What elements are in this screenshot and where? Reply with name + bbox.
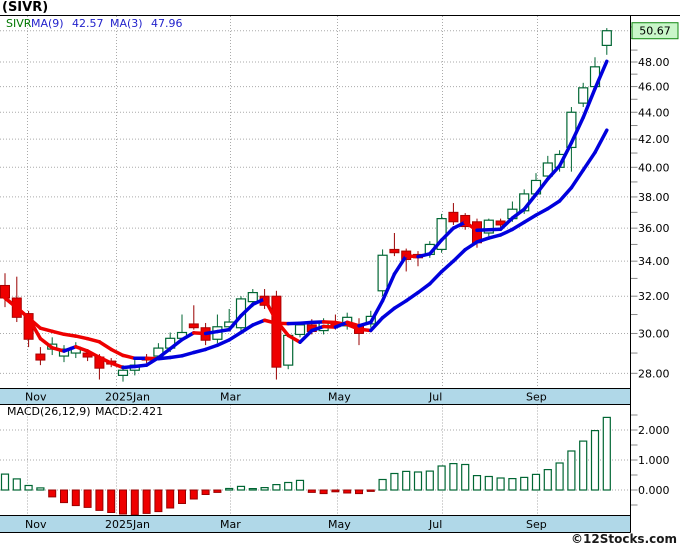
svg-text:34.00: 34.00 bbox=[638, 255, 670, 268]
svg-text:Jul: Jul bbox=[428, 518, 442, 531]
svg-text:40.00: 40.00 bbox=[638, 161, 670, 174]
svg-text:36.00: 36.00 bbox=[638, 222, 670, 235]
svg-text:Mar: Mar bbox=[220, 391, 241, 404]
svg-text:30.00: 30.00 bbox=[638, 327, 670, 340]
svg-text:Jul: Jul bbox=[428, 391, 442, 404]
svg-text:2025Jan: 2025Jan bbox=[105, 518, 150, 531]
svg-text:2025Jan: 2025Jan bbox=[105, 391, 150, 404]
macd-value-label: MACD:2.421 bbox=[95, 405, 164, 418]
legend-ma3-value: 47.96 bbox=[151, 17, 183, 30]
legend-symbol: SIVR bbox=[6, 17, 32, 30]
svg-text:May: May bbox=[328, 391, 351, 404]
svg-text:38.00: 38.00 bbox=[638, 191, 670, 204]
stock-chart-page: 28.00 30.00 32.00 34.00 36.00 38.00 40.00 42.00… bbox=[0, 0, 680, 546]
legend-ma9-label: MA(9) bbox=[31, 17, 64, 30]
svg-text:42.00: 42.00 bbox=[638, 133, 670, 146]
svg-text:32.00: 32.00 bbox=[638, 290, 670, 303]
chart-canvas: 28.00 30.00 32.00 34.00 36.00 38.00 40.00 42.00… bbox=[0, 15, 680, 533]
svg-text:Mar: Mar bbox=[220, 518, 241, 531]
svg-text:Nov: Nov bbox=[25, 391, 47, 404]
svg-text:Sep: Sep bbox=[526, 391, 547, 404]
macd-params-label: MACD(26,12,9) bbox=[7, 405, 91, 418]
svg-text:May: May bbox=[328, 518, 351, 531]
svg-text:0.000: 0.000 bbox=[638, 484, 670, 497]
watermark: ©12Stocks.com bbox=[571, 532, 677, 546]
svg-text:28.00: 28.00 bbox=[638, 367, 670, 380]
svg-text:Nov: Nov bbox=[25, 518, 47, 531]
svg-text:1.000: 1.000 bbox=[638, 454, 670, 467]
legend-ma9-value: 42.57 bbox=[72, 17, 104, 30]
svg-text:2.000: 2.000 bbox=[638, 424, 670, 437]
svg-text:46.00: 46.00 bbox=[638, 81, 670, 94]
svg-text:48.00: 48.00 bbox=[638, 56, 670, 69]
legend-ma3-label: MA(3) bbox=[110, 17, 143, 30]
svg-text:44.00: 44.00 bbox=[638, 106, 670, 119]
chart-title: (SIVR) bbox=[2, 0, 49, 15]
svg-text:Sep: Sep bbox=[526, 518, 547, 531]
svg-text:50.67: 50.67 bbox=[639, 25, 671, 38]
